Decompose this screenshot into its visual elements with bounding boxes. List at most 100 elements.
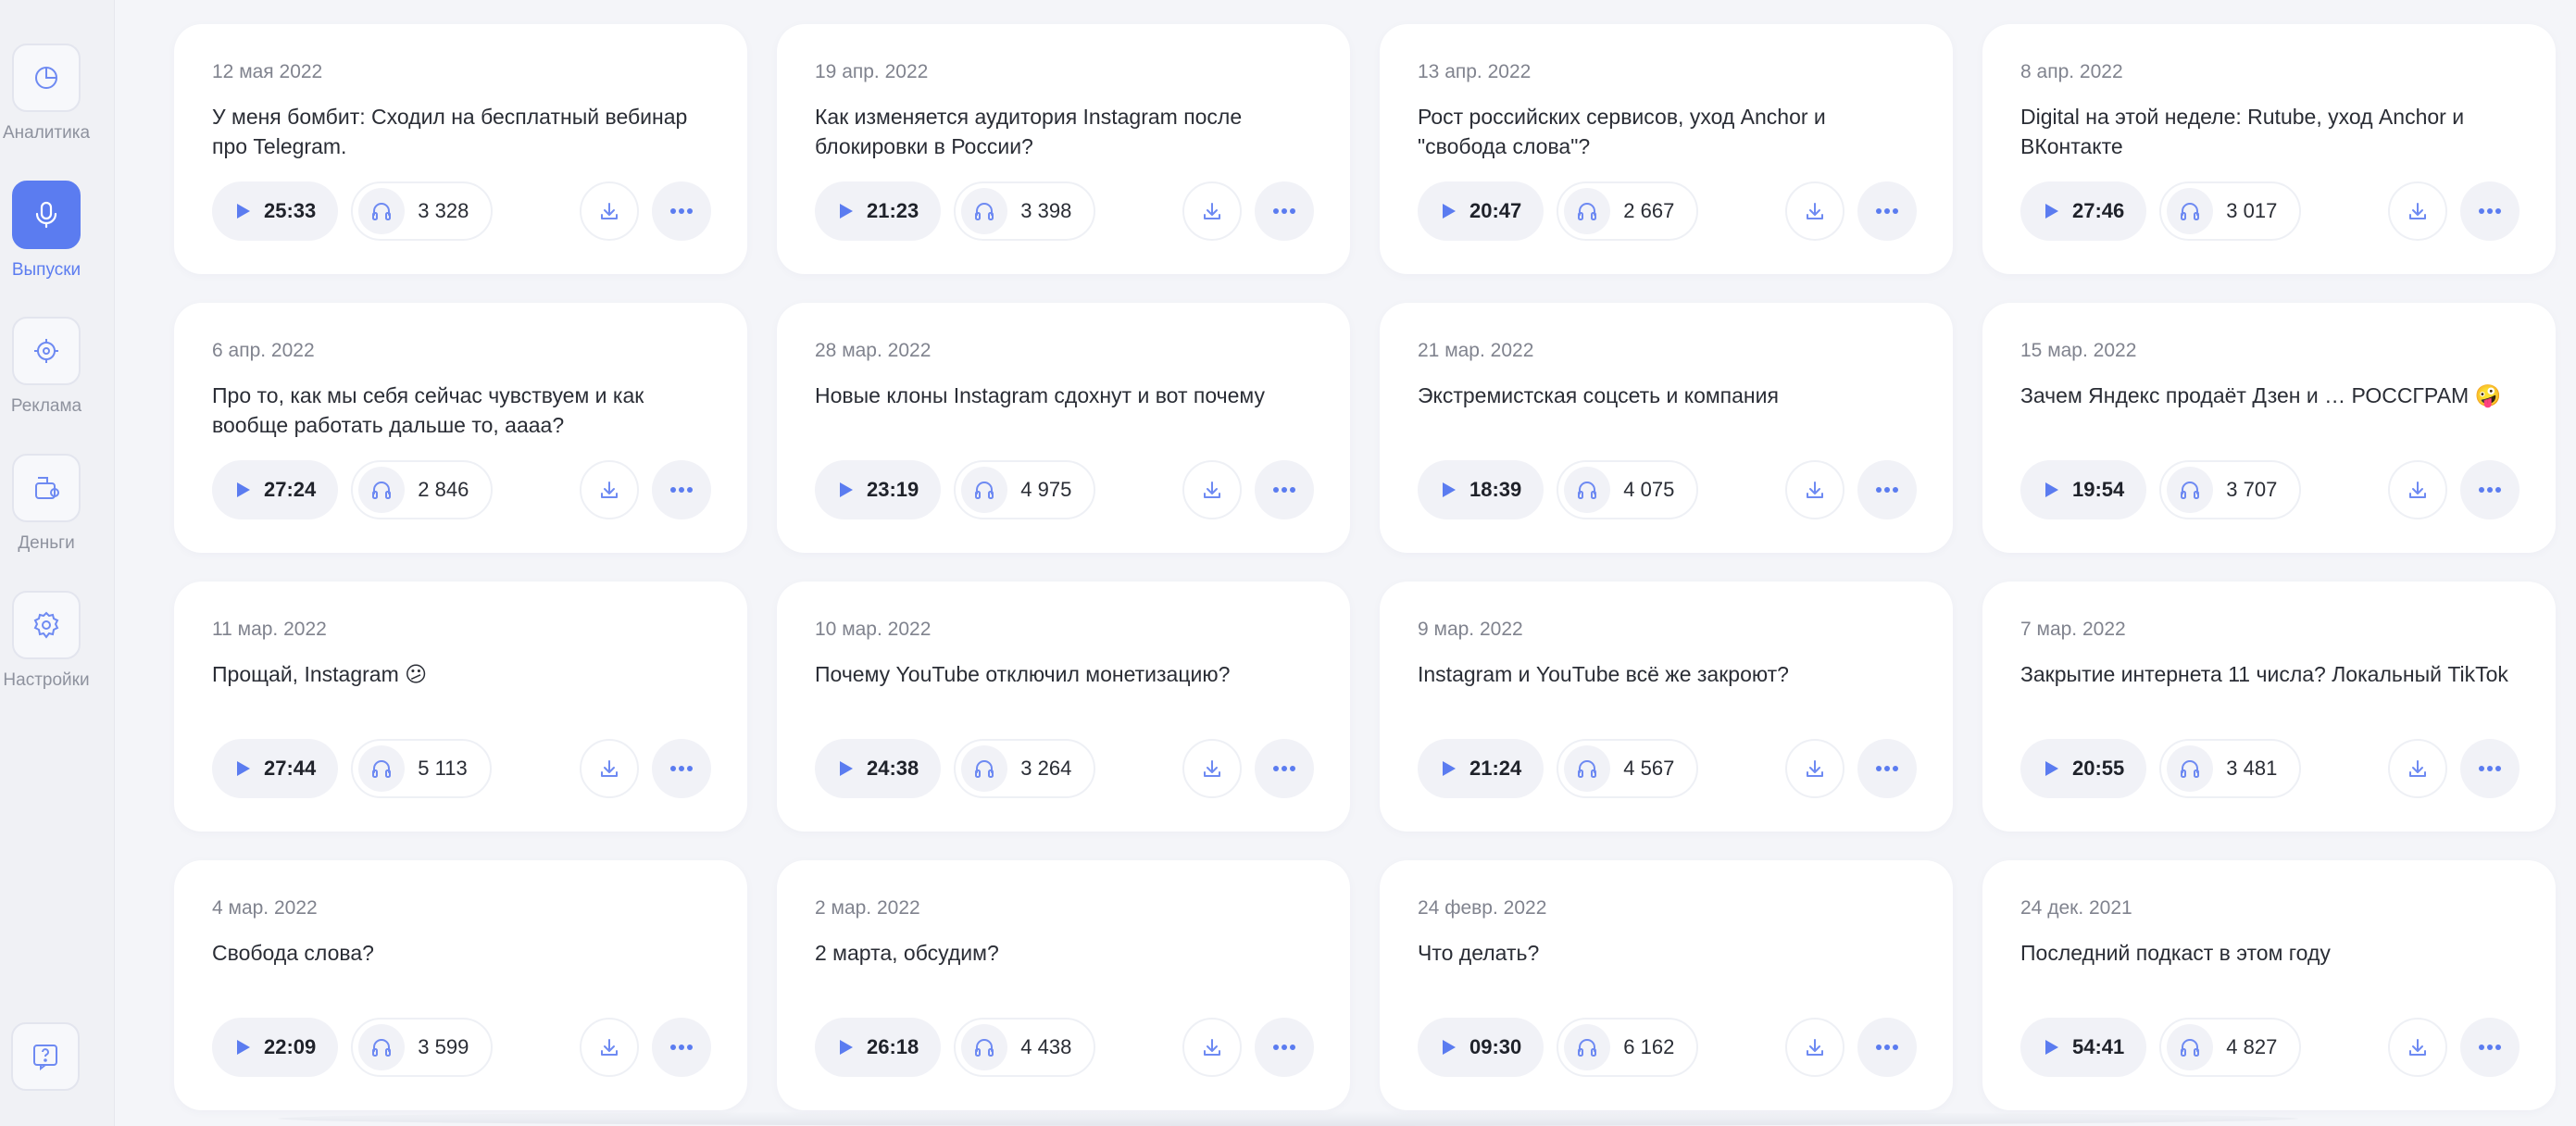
episode-card[interactable]: 8 апр. 2022 Digital на этой неделе: Rutu… bbox=[1982, 24, 2556, 274]
more-button[interactable] bbox=[652, 739, 711, 798]
wallet-icon bbox=[12, 454, 81, 522]
nav-settings[interactable]: Настройки bbox=[0, 591, 93, 691]
episode-duration: 27:24 bbox=[264, 478, 317, 501]
episode-card[interactable]: 7 мар. 2022 Закрытие интернета 11 числа?… bbox=[1982, 582, 2556, 832]
more-dots-icon bbox=[1273, 487, 1295, 493]
headphones-icon bbox=[358, 467, 406, 513]
more-button[interactable] bbox=[2460, 181, 2520, 241]
episode-date: 24 дек. 2021 bbox=[2020, 897, 2132, 919]
episode-date: 24 февр. 2022 bbox=[1418, 897, 1547, 919]
nav-episodes[interactable]: Выпуски bbox=[0, 181, 93, 281]
episode-card[interactable]: 4 мар. 2022 Свобода слова? 22:09 3 599 bbox=[174, 860, 747, 1110]
play-button[interactable]: 22:09 bbox=[212, 1018, 339, 1077]
episode-card[interactable]: 6 апр. 2022 Про то, как мы себя сейчас ч… bbox=[174, 303, 747, 553]
episode-card[interactable]: 12 мая 2022 У меня бомбит: Сходил на бес… bbox=[174, 24, 747, 274]
episode-card[interactable]: 9 мар. 2022 Instagram и YouTube всё же з… bbox=[1380, 582, 1953, 832]
episode-card[interactable]: 13 апр. 2022 Рост российских сервисов, у… bbox=[1380, 24, 1953, 274]
play-button[interactable]: 26:18 bbox=[815, 1018, 942, 1077]
more-button[interactable] bbox=[1255, 460, 1314, 519]
play-icon bbox=[2045, 761, 2058, 776]
download-button[interactable] bbox=[1182, 1018, 1242, 1077]
more-button[interactable] bbox=[1255, 739, 1314, 798]
play-button[interactable]: 09:30 bbox=[1418, 1018, 1544, 1077]
play-button[interactable]: 21:23 bbox=[815, 181, 942, 241]
download-button[interactable] bbox=[1785, 460, 1844, 519]
download-button[interactable] bbox=[1785, 181, 1844, 241]
download-button[interactable] bbox=[580, 739, 639, 798]
episode-card[interactable]: 28 мар. 2022 Новые клоны Instagram сдохн… bbox=[777, 303, 1350, 553]
play-button[interactable]: 24:38 bbox=[815, 739, 942, 798]
more-button[interactable] bbox=[1857, 1018, 1917, 1077]
play-button[interactable]: 23:19 bbox=[815, 460, 942, 519]
more-button[interactable] bbox=[1857, 181, 1917, 241]
more-button[interactable] bbox=[1857, 739, 1917, 798]
download-button[interactable] bbox=[1182, 460, 1242, 519]
play-button[interactable]: 19:54 bbox=[2020, 460, 2147, 519]
headphones-icon bbox=[961, 1024, 1008, 1070]
listens-badge: 3 707 bbox=[2159, 460, 2302, 519]
more-button[interactable] bbox=[652, 181, 711, 241]
download-icon bbox=[1807, 482, 1823, 498]
download-button[interactable] bbox=[2388, 739, 2447, 798]
episode-card[interactable]: 11 мар. 2022 Прощай, Instagram 😕 27:44 5… bbox=[174, 582, 747, 832]
headphones-icon bbox=[961, 745, 1008, 792]
more-button[interactable] bbox=[2460, 739, 2520, 798]
episode-card[interactable]: 21 мар. 2022 Экстремистская соцсеть и ко… bbox=[1380, 303, 1953, 553]
episode-card[interactable]: 2 мар. 2022 2 марта, обсудим? 26:18 4 43… bbox=[777, 860, 1350, 1110]
play-button[interactable]: 21:24 bbox=[1418, 739, 1544, 798]
play-button[interactable]: 54:41 bbox=[2020, 1018, 2147, 1077]
play-button[interactable]: 27:44 bbox=[212, 739, 339, 798]
more-button[interactable] bbox=[652, 460, 711, 519]
nav-ads[interactable]: Реклама bbox=[0, 317, 93, 417]
headphones-icon bbox=[1564, 745, 1611, 792]
episode-card[interactable]: 10 мар. 2022 Почему YouTube отключил мон… bbox=[777, 582, 1350, 832]
listens-badge: 3 398 bbox=[954, 181, 1096, 241]
download-button[interactable] bbox=[2388, 1018, 2447, 1077]
listens-badge: 4 438 bbox=[954, 1018, 1096, 1077]
episode-card[interactable]: 15 мар. 2022 Зачем Яндекс продаёт Дзен и… bbox=[1982, 303, 2556, 553]
download-button[interactable] bbox=[2388, 460, 2447, 519]
episode-controls: 27:46 3 017 bbox=[2020, 181, 2520, 241]
download-button[interactable] bbox=[2388, 181, 2447, 241]
play-button[interactable]: 27:46 bbox=[2020, 181, 2147, 241]
listens-count: 3 599 bbox=[418, 1035, 469, 1058]
listens-count: 3 017 bbox=[2226, 199, 2278, 222]
episode-controls: 26:18 4 438 bbox=[815, 1018, 1314, 1077]
play-button[interactable]: 20:47 bbox=[1418, 181, 1544, 241]
more-button[interactable] bbox=[652, 1018, 711, 1077]
download-button[interactable] bbox=[1785, 1018, 1844, 1077]
episode-duration: 18:39 bbox=[1469, 478, 1522, 501]
download-button[interactable] bbox=[580, 460, 639, 519]
download-button[interactable] bbox=[1182, 739, 1242, 798]
download-button[interactable] bbox=[1785, 739, 1844, 798]
download-button[interactable] bbox=[580, 181, 639, 241]
more-button[interactable] bbox=[2460, 1018, 2520, 1077]
download-icon bbox=[2409, 203, 2426, 219]
download-button[interactable] bbox=[1182, 181, 1242, 241]
listens-count: 3 328 bbox=[418, 199, 469, 222]
episode-date: 7 мар. 2022 bbox=[2020, 619, 2126, 640]
headphones-icon bbox=[961, 467, 1008, 513]
play-button[interactable]: 18:39 bbox=[1418, 460, 1544, 519]
play-button[interactable]: 27:24 bbox=[212, 460, 339, 519]
more-button[interactable] bbox=[1857, 460, 1917, 519]
play-icon bbox=[1443, 204, 1456, 219]
episode-controls: 25:33 3 328 bbox=[212, 181, 711, 241]
episode-card[interactable]: 24 дек. 2021 Последний подкаст в этом го… bbox=[1982, 860, 2556, 1110]
download-button[interactable] bbox=[580, 1018, 639, 1077]
more-button[interactable] bbox=[1255, 1018, 1314, 1077]
episode-title: Почему YouTube отключил монетизацию? bbox=[815, 662, 1231, 686]
help-button[interactable] bbox=[11, 1022, 80, 1091]
episode-card[interactable]: 19 апр. 2022 Как изменяется аудитория In… bbox=[777, 24, 1350, 274]
download-icon bbox=[601, 482, 618, 498]
more-button[interactable] bbox=[2460, 460, 2520, 519]
nav-money[interactable]: Деньги bbox=[0, 454, 93, 554]
episode-card[interactable]: 24 февр. 2022 Что делать? 09:30 6 162 bbox=[1380, 860, 1953, 1110]
play-button[interactable]: 20:55 bbox=[2020, 739, 2147, 798]
play-button[interactable]: 25:33 bbox=[212, 181, 339, 241]
more-button[interactable] bbox=[1255, 181, 1314, 241]
listens-count: 4 827 bbox=[2226, 1035, 2278, 1058]
play-icon bbox=[1443, 761, 1456, 776]
nav-analytics[interactable]: Аналитика bbox=[0, 44, 93, 144]
listens-badge: 2 667 bbox=[1557, 181, 1699, 241]
